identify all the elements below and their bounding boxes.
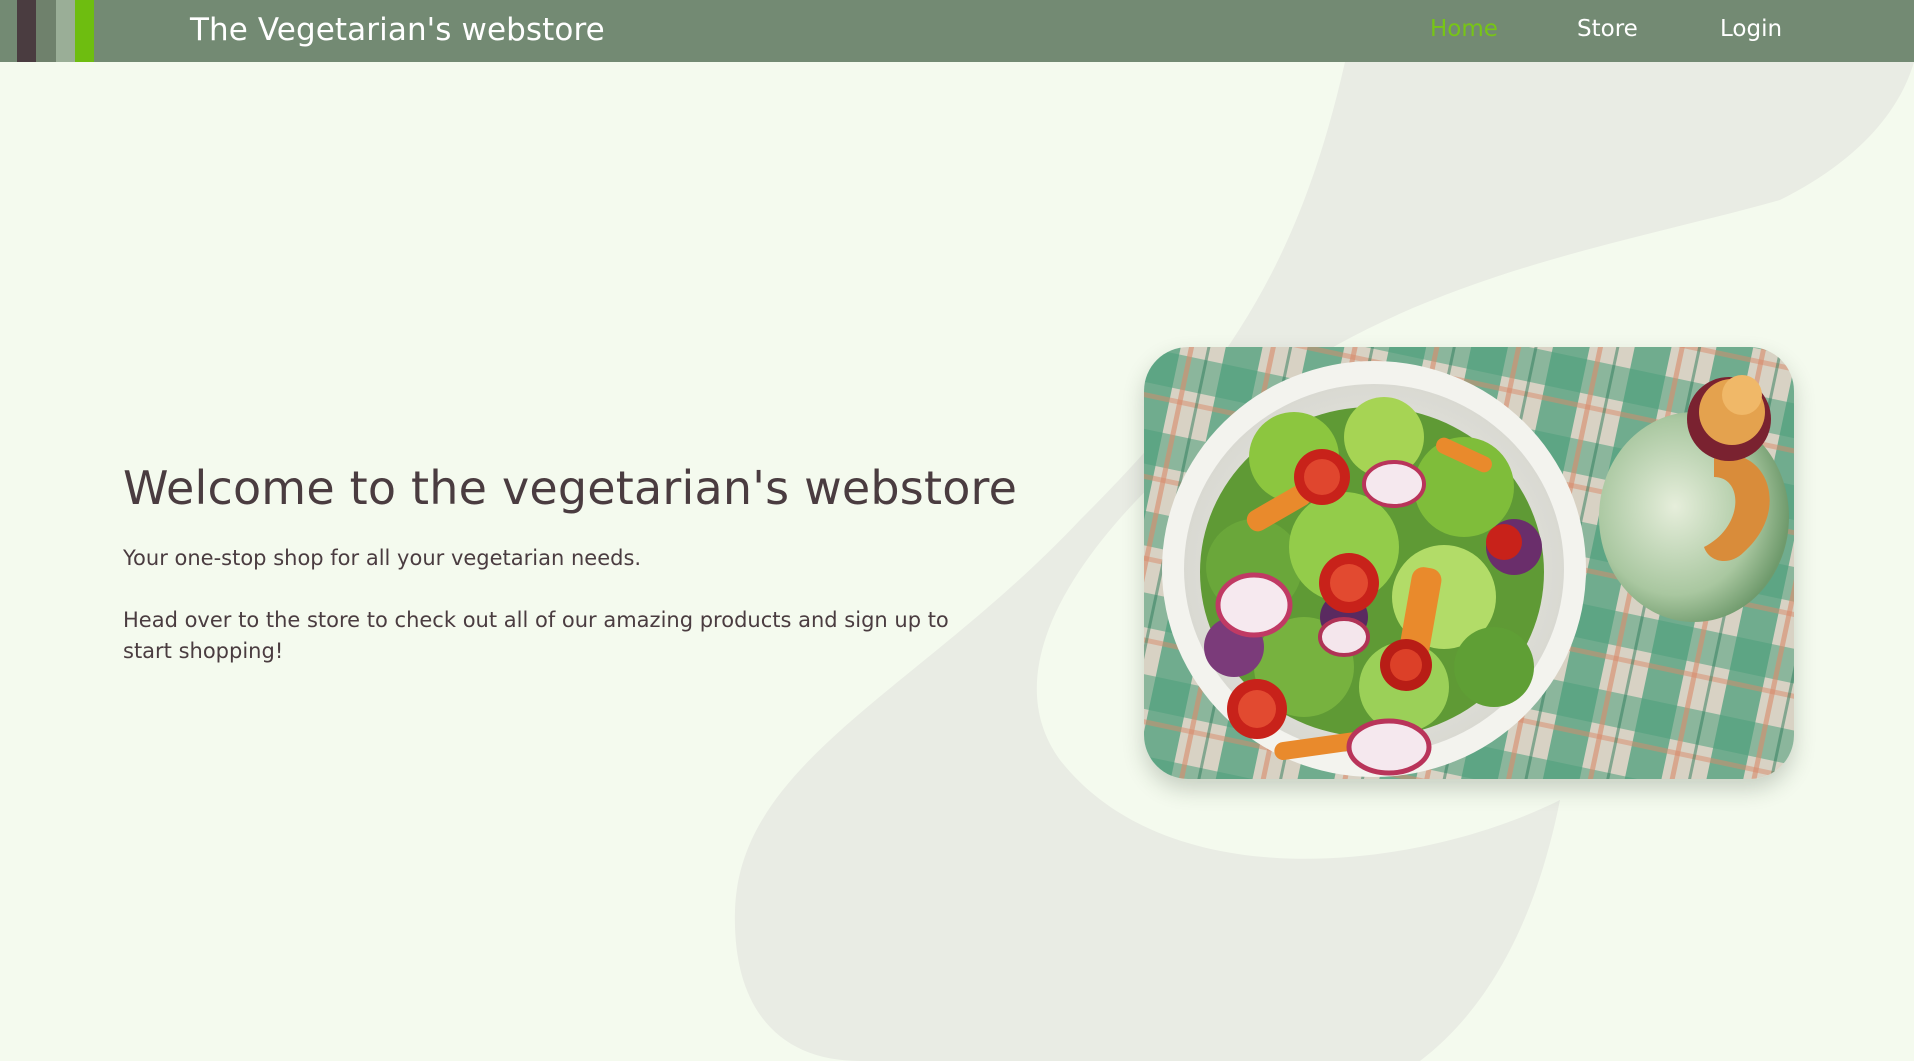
logo-stripe-lime bbox=[75, 0, 94, 62]
salad-illustration bbox=[1144, 347, 1794, 779]
hero-tagline: Your one-stop shop for all your vegetari… bbox=[123, 546, 642, 570]
logo-stripe-olive bbox=[36, 0, 56, 62]
nav-link-home[interactable]: Home bbox=[1430, 16, 1498, 42]
nav-link-store[interactable]: Store bbox=[1577, 16, 1638, 42]
hero-salad-image bbox=[1144, 347, 1794, 779]
hero-text: Welcome to the vegetarian's webstore You… bbox=[123, 455, 1023, 667]
hero-title: Welcome to the vegetarian's webstore bbox=[123, 461, 1018, 515]
page: The Vegetarian's webstore Home Store Log… bbox=[0, 0, 1914, 1061]
logo-stripe-sage bbox=[56, 0, 75, 62]
nav-link-login[interactable]: Login bbox=[1720, 16, 1782, 42]
hero-description: Head over to the store to check out all … bbox=[123, 608, 949, 663]
logo-stripe-dark bbox=[17, 0, 36, 62]
brand-title[interactable]: The Vegetarian's webstore bbox=[190, 12, 605, 48]
navbar: The Vegetarian's webstore Home Store Log… bbox=[0, 0, 1914, 62]
